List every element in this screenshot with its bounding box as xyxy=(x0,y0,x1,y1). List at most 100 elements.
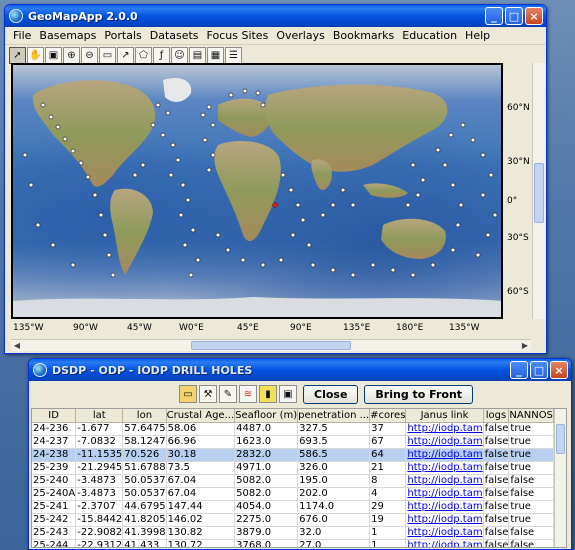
plot-icon[interactable]: ⚒ xyxy=(199,385,217,403)
table-cell: 73.5 xyxy=(166,461,236,475)
table-row[interactable]: 25-240 -3.4873 50.0537 67.04 5082.0 195.0 8 htt… xyxy=(32,474,566,488)
table-cell: true xyxy=(508,513,554,527)
janus-link[interactable]: http://iodp.tam xyxy=(405,461,484,475)
list-icon[interactable]: ☰ xyxy=(225,46,242,64)
scroll-thumb[interactable] xyxy=(534,163,544,223)
close-button[interactable]: × xyxy=(525,7,543,25)
table-cell: false xyxy=(483,513,510,527)
selected-hole-marker xyxy=(272,202,278,208)
janus-link[interactable]: http://iodp.tam xyxy=(405,487,484,501)
menu-education[interactable]: Education xyxy=(398,29,461,42)
janus-link[interactable]: http://iodp.tam xyxy=(405,448,484,462)
table-cell: 25-240 xyxy=(32,474,77,488)
zoom-out-icon[interactable]: ⊖ xyxy=(81,46,98,64)
main-titlebar[interactable]: GeoMapApp 2.0.0 _ □ × xyxy=(5,5,546,27)
scroll-left-arrow-icon[interactable]: ◀ xyxy=(11,340,23,351)
table-cell: -21.2945 xyxy=(75,461,124,475)
janus-link[interactable]: http://iodp.tam xyxy=(405,526,484,540)
zoom-in-icon[interactable]: ⊕ xyxy=(63,46,80,64)
export-icon[interactable]: ▮ xyxy=(259,385,277,403)
select-arrow-icon[interactable]: ➚ xyxy=(9,46,26,64)
column-header[interactable]: logs xyxy=(483,409,510,423)
function-icon[interactable]: ƒ xyxy=(153,46,170,64)
menu-overlays[interactable]: Overlays xyxy=(272,29,329,42)
table-row[interactable]: 25-243 -22.9082 41.3998 130.82 3879.0 32.0 1 ht… xyxy=(32,526,566,540)
table-row[interactable]: 25-242 -15.8442 41.8205 146.02 2275.0 676.0 19… xyxy=(32,513,566,527)
distance-icon[interactable]: ↗ xyxy=(117,46,134,64)
minimize-button[interactable]: _ xyxy=(485,7,503,25)
save-disk-icon[interactable]: ▣ xyxy=(279,385,297,403)
window-title: DSDP - ODP - IODP DRILL HOLES xyxy=(52,363,253,377)
table-row[interactable]: 25-244 -22.9312 41.433 130.72 3768.0 27.0 1 htt… xyxy=(32,539,566,547)
janus-link[interactable]: http://iodp.tam xyxy=(405,513,484,527)
column-header[interactable]: Janus link xyxy=(405,409,484,423)
table-cell: 44.6795 xyxy=(122,500,167,514)
scatter-icon[interactable]: ✎ xyxy=(219,385,237,403)
map-vertical-scrollbar[interactable] xyxy=(532,63,545,319)
table-cell: 327.5 xyxy=(297,422,371,436)
column-header[interactable]: Seafloor (m) xyxy=(234,409,299,423)
close-button[interactable]: × xyxy=(550,361,568,379)
menu-bookmarks[interactable]: Bookmarks xyxy=(329,29,398,42)
column-header[interactable]: lat xyxy=(75,409,124,423)
antarctica-landmass xyxy=(13,297,501,317)
table-cell: 130.72 xyxy=(166,539,236,547)
janus-link[interactable]: http://iodp.tam xyxy=(405,435,484,449)
table-row[interactable]: 25-241 -2.3707 44.6795 147.44 4054.0 1174.0 29… xyxy=(32,500,566,514)
table-vertical-scrollbar[interactable] xyxy=(554,409,566,547)
column-header[interactable]: NANNOS xyxy=(508,409,554,423)
maximize-button[interactable]: □ xyxy=(505,7,523,25)
menu-portals[interactable]: Portals xyxy=(100,29,145,42)
bring-to-front-button[interactable]: Bring to Front xyxy=(364,384,474,404)
grid-icon[interactable]: ▦ xyxy=(207,46,224,64)
column-header[interactable]: penetration ... xyxy=(297,409,371,423)
janus-link[interactable]: http://iodp.tam xyxy=(405,500,484,514)
menu-bar: File Basemaps Portals Datasets Focus Sit… xyxy=(5,27,546,45)
table-cell: 21 xyxy=(369,461,407,475)
info-icon[interactable]: ▤ xyxy=(189,46,206,64)
menu-datasets[interactable]: Datasets xyxy=(146,29,203,42)
range-icon[interactable]: ≋ xyxy=(239,385,257,403)
polygon-icon[interactable]: ⬠ xyxy=(135,46,152,64)
table-cell: 41.8205 xyxy=(122,513,167,527)
scroll-thumb[interactable] xyxy=(556,424,565,454)
table-row[interactable]: 24-237 -7.0832 58.1247 66.96 1623.0 693.5 67 ht… xyxy=(32,435,566,449)
maximize-button[interactable]: □ xyxy=(530,361,548,379)
janus-link[interactable]: http://iodp.tam xyxy=(405,474,484,488)
column-header[interactable]: ID xyxy=(32,409,77,423)
table-cell: false xyxy=(483,422,510,436)
table-cell: 1 xyxy=(369,526,407,540)
map-horizontal-scrollbar[interactable]: ◀ ▶ xyxy=(11,339,531,351)
table-titlebar[interactable]: DSDP - ODP - IODP DRILL HOLES _ □ × xyxy=(29,359,571,381)
table-row[interactable]: 25-239 -21.2945 51.6788 73.5 4971.0 326.0 21 ht… xyxy=(32,461,566,475)
lon-label: 135°W xyxy=(13,323,44,333)
column-header[interactable]: lon xyxy=(122,409,167,423)
scroll-right-arrow-icon[interactable]: ▶ xyxy=(519,340,531,351)
close-table-button[interactable]: Close xyxy=(303,384,359,404)
search-icon[interactable]: ☺ xyxy=(171,46,188,64)
table-cell: 202.0 xyxy=(297,487,371,501)
table-row[interactable]: 25-240A -3.4873 50.0537 67.04 5082.0 202.0 4 ht… xyxy=(32,487,566,501)
menu-file[interactable]: File xyxy=(9,29,35,42)
folder-icon[interactable]: ▭ xyxy=(179,385,197,403)
menu-focus-sites[interactable]: Focus Sites xyxy=(203,29,273,42)
world-map[interactable] xyxy=(11,63,503,319)
table-cell: 67 xyxy=(369,435,407,449)
save-disk-icon[interactable]: ▣ xyxy=(45,46,62,64)
pan-hand-icon[interactable]: ✋ xyxy=(27,46,44,64)
table-row[interactable]: 24-236 -1.677 57.6475 58.06 4487.0 327.5 37 htt… xyxy=(32,422,566,436)
main-window: GeoMapApp 2.0.0 _ □ × File Basemaps Port… xyxy=(4,4,547,354)
table-header-row: ID lat lon Crustal Age... Seafloor (m) penetr… xyxy=(32,409,566,423)
table-cell: false xyxy=(483,526,510,540)
scroll-thumb[interactable] xyxy=(191,341,351,350)
profile-icon[interactable]: ▭ xyxy=(99,46,116,64)
janus-link[interactable]: http://iodp.tam xyxy=(405,539,484,547)
drill-holes-table[interactable]: ID lat lon Crustal Age... Seafloor (m) penetr… xyxy=(31,408,567,548)
column-header[interactable]: Crustal Age... xyxy=(166,409,236,423)
table-row[interactable]: 24-238 -11.1535 70.526 30.18 2832.0 586.5 64 ht… xyxy=(32,448,566,462)
minimize-button[interactable]: _ xyxy=(510,361,528,379)
menu-basemaps[interactable]: Basemaps xyxy=(35,29,100,42)
janus-link[interactable]: http://iodp.tam xyxy=(405,422,484,436)
menu-help[interactable]: Help xyxy=(461,29,494,42)
column-header[interactable]: #cores xyxy=(369,409,407,423)
